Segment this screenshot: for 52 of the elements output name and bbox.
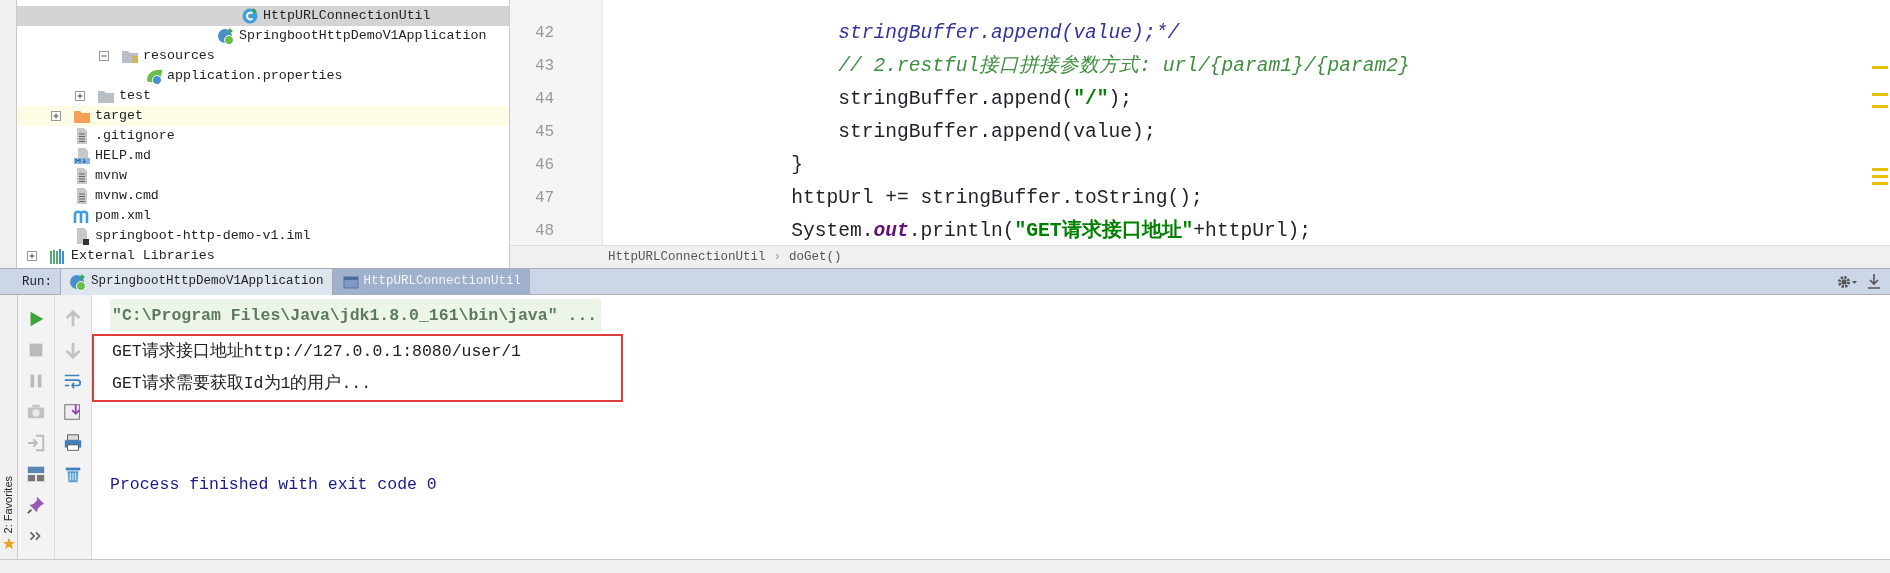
panel-label: Run: — [21, 273, 53, 291]
expand-icon[interactable] — [27, 251, 37, 261]
library-icon — [49, 247, 67, 265]
file-icon — [73, 147, 91, 165]
maven-icon — [73, 207, 91, 225]
scroll-to-end-icon[interactable] — [63, 401, 83, 422]
star-icon — [1, 537, 16, 551]
tree-item[interactable]: External Libraries — [17, 246, 509, 266]
tree-item[interactable]: resources — [17, 46, 509, 66]
breadcrumb[interactable]: HttpURLConnectionUtil — [608, 246, 766, 268]
leaf-icon — [145, 67, 163, 85]
expand-icon[interactable] — [75, 91, 85, 101]
print-icon[interactable] — [63, 432, 83, 453]
tree-item[interactable]: mvnw.cmd — [17, 186, 509, 206]
tree-item[interactable]: .gitignore — [17, 126, 509, 146]
console-line: GET请求接口地址http://127.0.0.1:8080/user/1 — [111, 341, 521, 363]
line-number: 44 — [534, 89, 556, 110]
code-line: httpUrl += stringBuffer.toString(); — [790, 186, 1204, 211]
code-line: stringBuffer.append(value);*/ — [837, 21, 1181, 46]
code-line: System.out.println("GET请求接口地址"+httpUrl); — [790, 218, 1312, 244]
tree-item[interactable]: SpringbootHttpDemoV1Application — [17, 26, 509, 46]
pin-icon[interactable] — [26, 494, 46, 515]
run-tab[interactable]: SpringbootHttpDemoV1Application — [60, 268, 333, 295]
settings-icon[interactable] — [1836, 273, 1858, 290]
class-icon — [241, 7, 259, 25]
line-number: 42 — [534, 23, 556, 44]
tree-item[interactable]: HELP.md — [17, 146, 509, 166]
tree-item[interactable]: HttpURLConnectionUtil — [17, 6, 509, 26]
line-number: 46 — [534, 155, 556, 176]
class-icon — [69, 272, 87, 291]
tree-item[interactable]: pom.xml — [17, 206, 509, 226]
code-line: stringBuffer.append(value); — [837, 120, 1157, 145]
tree-item[interactable]: springboot-http-demo-v1.iml — [17, 226, 509, 246]
tree-item[interactable]: target — [17, 106, 509, 126]
line-number: 45 — [534, 122, 556, 143]
line-number: 43 — [534, 56, 556, 77]
breadcrumb[interactable]: doGet() — [789, 246, 842, 268]
collapse-icon[interactable] — [99, 51, 109, 61]
line-number: 47 — [534, 188, 556, 209]
line-number: 48 — [534, 221, 556, 242]
breadcrumb-separator: › — [773, 249, 782, 266]
console-line: Process finished with exit code 0 — [109, 474, 438, 496]
download-icon[interactable] — [1866, 272, 1882, 291]
tree-item[interactable]: mvnw — [17, 166, 509, 186]
console-line: GET请求需要获取Id为1的用户... — [111, 373, 373, 395]
expand-icon[interactable] — [51, 111, 61, 121]
code-line: // 2.restful接口拼接参数方式: url/{param1}/{param2} — [837, 53, 1411, 79]
tree-item[interactable]: test — [17, 86, 509, 106]
tree-item[interactable]: application.properties — [17, 66, 509, 86]
code-line: stringBuffer.append("/"); — [837, 87, 1134, 112]
code-line: } — [790, 153, 804, 178]
class-icon — [217, 27, 235, 45]
